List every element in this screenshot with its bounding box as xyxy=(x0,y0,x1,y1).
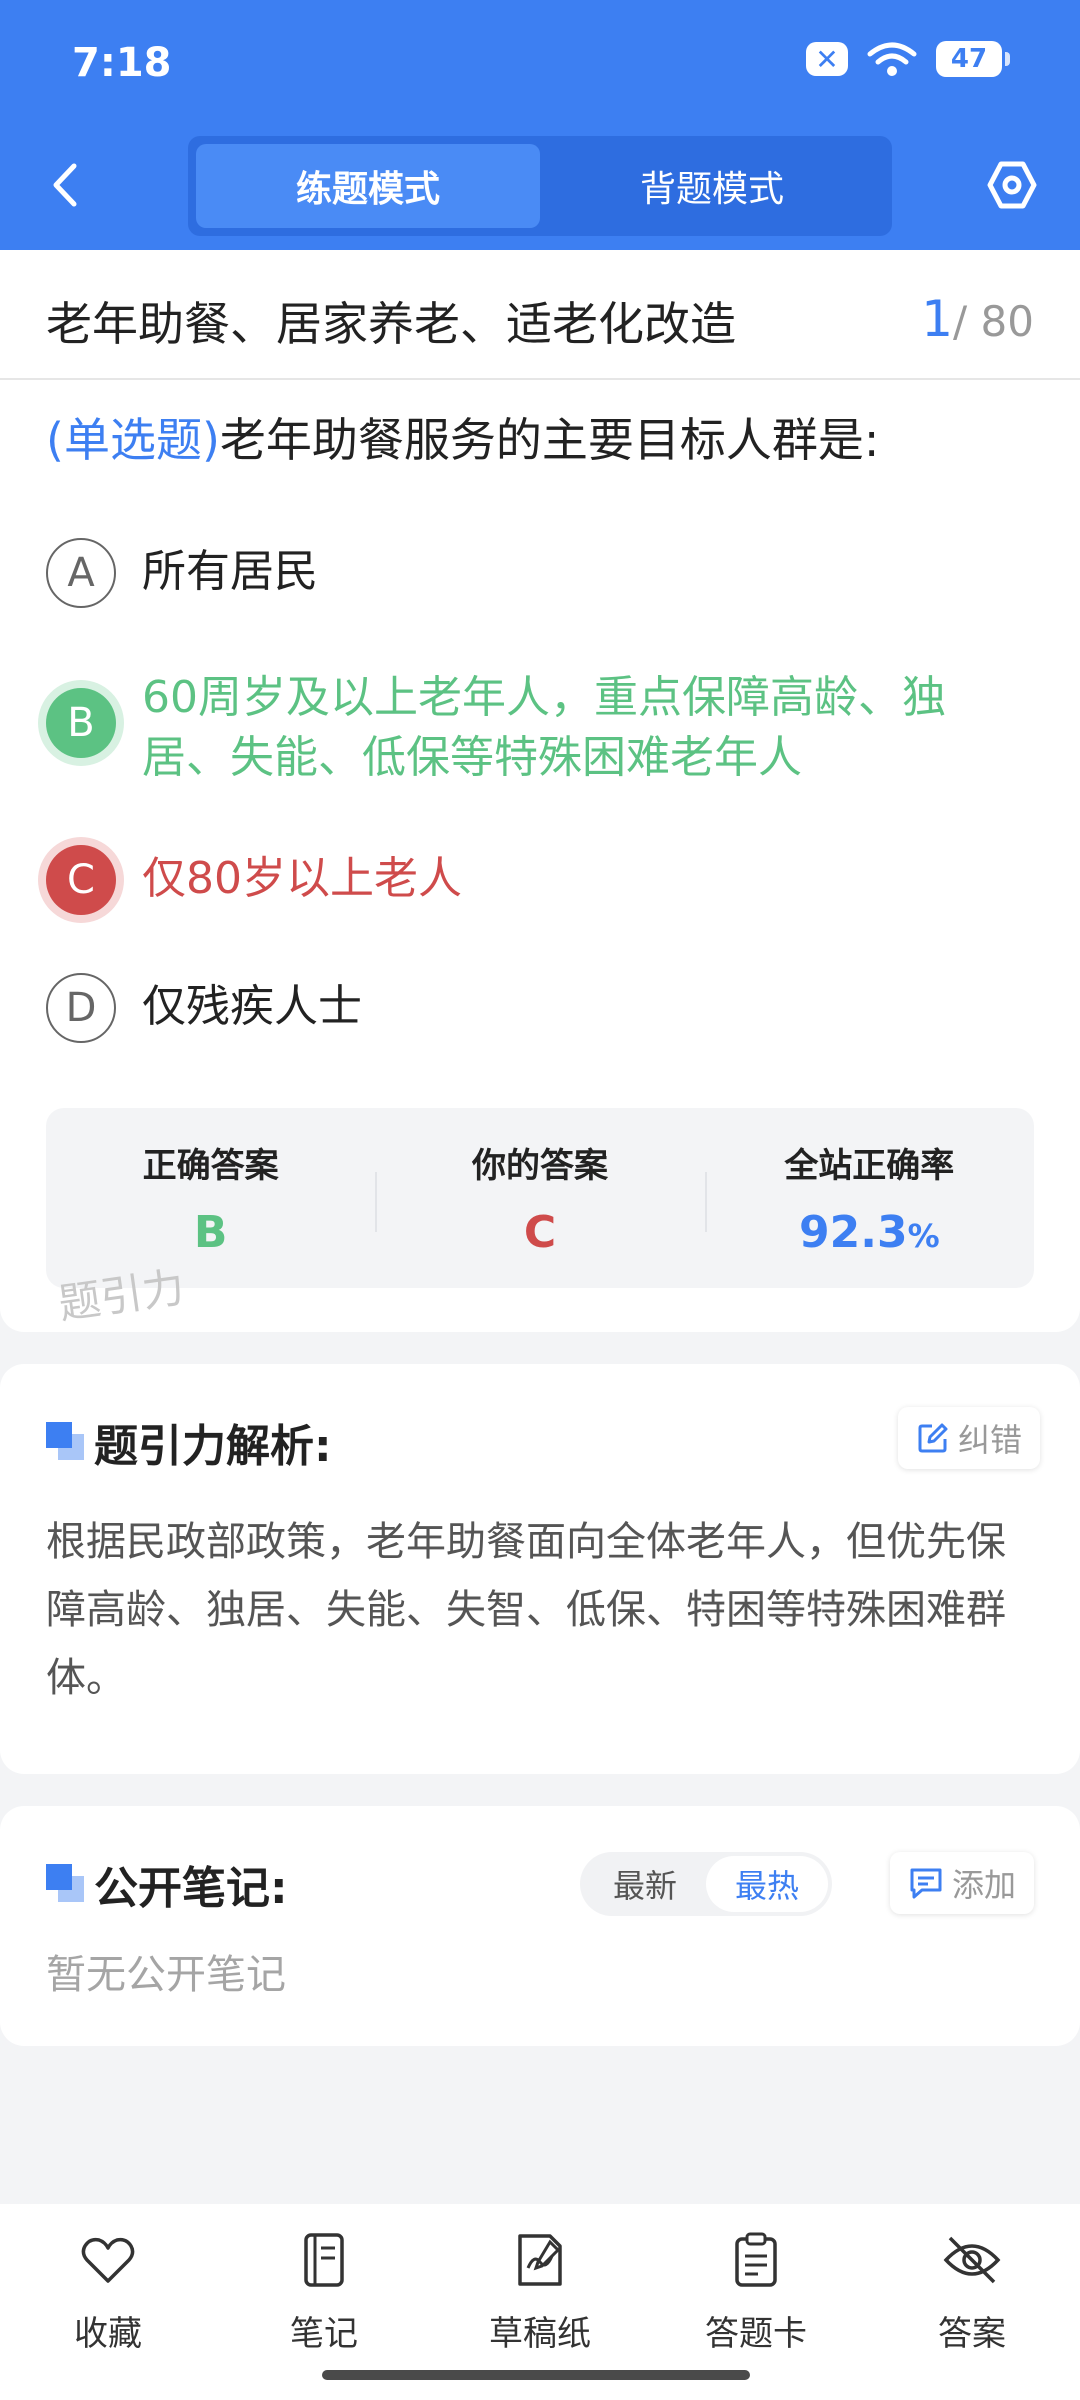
option-a[interactable]: A 所有居民 xyxy=(46,538,1012,608)
option-text: 仅残疾人士 xyxy=(142,981,362,1032)
option-letter: D xyxy=(46,973,116,1043)
settings-button[interactable] xyxy=(982,150,1042,220)
correct-answer-label: 正确答案 xyxy=(142,1146,279,1186)
correct-answer-block: 正确答案 B xyxy=(46,1108,375,1288)
accuracy-value: 92.3% xyxy=(705,1207,1034,1258)
accuracy-unit: % xyxy=(907,1217,940,1255)
your-answer-block: 你的答案 C xyxy=(375,1108,704,1288)
analysis-title: 题引力解析: xyxy=(94,1421,332,1472)
option-text: 所有居民 xyxy=(142,546,318,597)
edit-icon xyxy=(918,1423,948,1453)
add-note-button[interactable]: 添加 xyxy=(890,1852,1035,1914)
option-b[interactable]: B 60周岁及以上老年人，重点保障高龄、独居、失能、低保等特殊困难老年人 xyxy=(46,664,1012,788)
your-answer-label: 你的答案 xyxy=(471,1146,608,1186)
wifi-icon xyxy=(867,42,917,76)
status-time: 7:18 xyxy=(72,40,172,86)
accuracy-number: 92.3 xyxy=(799,1207,908,1258)
heart-icon xyxy=(78,2230,138,2290)
notification-close-icon: ✕ xyxy=(806,42,848,76)
nav-label: 收藏 xyxy=(74,2314,142,2354)
chevron-left-icon xyxy=(53,163,77,207)
draft-paper-icon xyxy=(510,2230,570,2290)
option-letter: C xyxy=(46,845,116,915)
comment-icon xyxy=(910,1868,942,1899)
total-questions: / 80 xyxy=(953,297,1034,346)
option-letter: B xyxy=(46,688,116,758)
analysis-text: 根据民政部政策，老年助餐面向全体老年人，但优先保障高龄、独居、失能、失智、低保、… xyxy=(46,1519,1006,1701)
sort-newest[interactable]: 最新 xyxy=(584,1856,706,1912)
notes-sort-toggle: 最新 最热 xyxy=(580,1852,832,1916)
back-button[interactable] xyxy=(38,150,92,220)
section-icon xyxy=(46,1422,84,1460)
nav-label: 答题卡 xyxy=(705,2314,807,2354)
question-text: (单选题)老年助餐服务的主要目标人群是: xyxy=(46,408,1036,472)
tab-memorize-mode[interactable]: 背题模式 xyxy=(540,144,884,228)
sort-hottest[interactable]: 最热 xyxy=(706,1856,828,1912)
current-question-number: 1 xyxy=(921,290,954,348)
answer-result: 正确答案 B 你的答案 C 全站正确率 92.3% xyxy=(46,1108,1034,1288)
accuracy-label: 全站正确率 xyxy=(784,1146,955,1186)
hexagon-settings-icon xyxy=(987,161,1037,209)
question-progress: 1/ 80 xyxy=(921,290,1034,348)
battery-icon: 47 xyxy=(936,41,1010,77)
answer-sheet-icon xyxy=(726,2230,786,2290)
nav-answer[interactable]: 答案 xyxy=(864,2204,1080,2400)
tab-practice-mode[interactable]: 练题模式 xyxy=(196,144,540,228)
your-answer-value: C xyxy=(523,1207,557,1258)
notes-card xyxy=(0,1806,1080,2046)
option-text: 仅80岁以上老人 xyxy=(142,853,462,904)
question-stem: 老年助餐服务的主要目标人群是: xyxy=(219,413,880,467)
correct-answer-value: B xyxy=(193,1207,228,1258)
notes-title: 公开笔记: xyxy=(94,1863,288,1914)
divider xyxy=(0,378,1080,380)
option-d[interactable]: D 仅残疾人士 xyxy=(46,973,1012,1043)
nav-label: 草稿纸 xyxy=(489,2314,591,2354)
option-c[interactable]: C 仅80岁以上老人 xyxy=(46,845,1012,915)
home-indicator xyxy=(322,2370,750,2380)
report-error-button[interactable]: 纠错 xyxy=(898,1407,1041,1469)
chapter-title: 老年助餐、居家养老、适老化改造 xyxy=(46,297,736,351)
status-icons: ✕ 47 xyxy=(806,40,1010,78)
option-text: 60周岁及以上老年人，重点保障高龄、独居、失能、低保等特殊困难老年人 xyxy=(142,672,946,783)
eye-off-icon xyxy=(942,2230,1002,2290)
report-error-label: 纠错 xyxy=(958,1421,1023,1459)
mode-switch: 练题模式 背题模式 xyxy=(188,136,892,236)
empty-notes-text: 暂无公开笔记 xyxy=(46,1952,286,1998)
question-type: (单选题) xyxy=(46,413,220,467)
section-icon xyxy=(46,1864,84,1902)
notebook-icon xyxy=(294,2230,354,2290)
option-letter: A xyxy=(46,538,116,608)
accuracy-block: 全站正确率 92.3% xyxy=(704,1108,1034,1288)
add-note-label: 添加 xyxy=(952,1866,1017,1904)
nav-label: 笔记 xyxy=(290,2314,358,2354)
nav-label: 答案 xyxy=(938,2314,1006,2354)
nav-favorite[interactable]: 收藏 xyxy=(0,2204,216,2400)
